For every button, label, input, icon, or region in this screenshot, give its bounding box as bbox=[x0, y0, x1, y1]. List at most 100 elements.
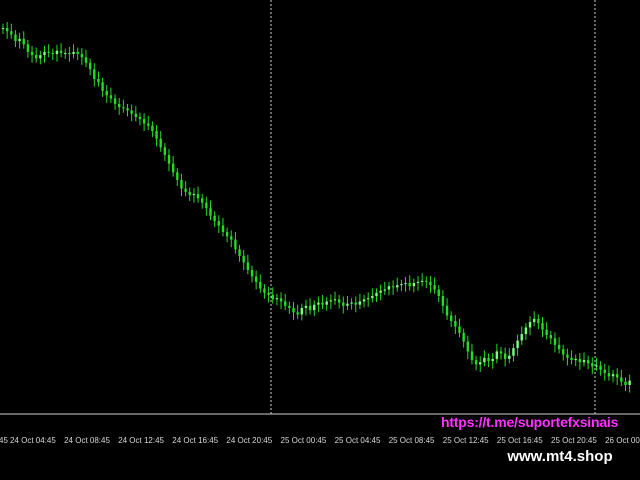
candle-body bbox=[109, 95, 113, 99]
candle-body bbox=[528, 322, 532, 328]
candle-body bbox=[205, 202, 208, 209]
candle-body bbox=[275, 298, 279, 300]
candle-body bbox=[22, 38, 25, 45]
candle-body bbox=[599, 365, 602, 370]
candle-body bbox=[570, 357, 573, 361]
candle-body bbox=[387, 286, 391, 290]
candle-body bbox=[209, 208, 212, 216]
candle-body bbox=[225, 232, 229, 237]
candle-body bbox=[362, 299, 366, 302]
candle-body bbox=[217, 221, 220, 226]
candle-body bbox=[64, 52, 67, 54]
candle-body bbox=[254, 276, 258, 282]
candle-body bbox=[30, 51, 34, 56]
candle-body bbox=[59, 50, 63, 53]
candle-body bbox=[14, 34, 17, 42]
chart-background bbox=[0, 0, 640, 480]
candle-body bbox=[188, 191, 191, 196]
candle-body bbox=[412, 283, 416, 287]
candle-body bbox=[304, 305, 308, 308]
candle-body bbox=[591, 363, 594, 367]
candle-body bbox=[176, 172, 179, 180]
candle-body bbox=[557, 344, 561, 350]
candle-body bbox=[271, 294, 274, 300]
candle-body bbox=[441, 296, 445, 306]
candle-body bbox=[163, 147, 167, 155]
chart-canvas[interactable]: 45 24 Oct 04:45 24 Oct 08:45 24 Oct 12:45 2… bbox=[0, 0, 640, 480]
candle-body bbox=[367, 298, 370, 300]
candle-body bbox=[429, 281, 432, 286]
candle-body bbox=[221, 225, 225, 232]
candle-body bbox=[537, 318, 540, 324]
candle-body bbox=[350, 302, 353, 304]
candle-body bbox=[512, 348, 515, 356]
candle-body bbox=[213, 215, 216, 222]
candle-body bbox=[416, 281, 420, 283]
candle-body bbox=[516, 340, 519, 349]
candle-body bbox=[354, 302, 357, 305]
x-tick-label: 24 Oct 16:45 bbox=[172, 436, 218, 445]
candle-body bbox=[68, 52, 71, 55]
telegram-watermark-link[interactable]: https://t.me/suportefxsinais bbox=[441, 414, 618, 430]
candle-body bbox=[134, 113, 137, 117]
candle-body bbox=[196, 194, 200, 199]
candle-body bbox=[246, 262, 250, 270]
candle-body bbox=[333, 299, 337, 301]
candle-body bbox=[234, 239, 237, 250]
x-tick-label: 24 Oct 20:45 bbox=[226, 436, 272, 445]
candle-body bbox=[566, 354, 569, 358]
candle-body bbox=[624, 381, 627, 385]
candle-body bbox=[238, 249, 241, 256]
candle-body bbox=[545, 329, 548, 336]
candle-body bbox=[184, 188, 187, 192]
candle-body bbox=[611, 374, 615, 377]
x-tick-label: 24 Oct 04:45 bbox=[10, 436, 56, 445]
candle-body bbox=[147, 123, 150, 126]
candle-body bbox=[250, 269, 254, 277]
candle-body bbox=[616, 374, 619, 378]
candle-body bbox=[578, 358, 582, 363]
candle-body bbox=[284, 301, 287, 306]
candle-body bbox=[483, 357, 486, 363]
candle-body bbox=[628, 380, 631, 385]
candle-body bbox=[263, 288, 266, 293]
candle-body bbox=[337, 299, 341, 303]
x-tick-label-partial: 45 bbox=[0, 436, 8, 445]
candle-body bbox=[524, 327, 528, 334]
candle-body bbox=[470, 351, 474, 361]
candle-body bbox=[474, 360, 478, 365]
candle-body bbox=[458, 326, 461, 333]
x-tick-label: 25 Oct 00:45 bbox=[281, 436, 327, 445]
candle-body bbox=[101, 82, 104, 91]
brand-text: www.mt4.shop bbox=[507, 448, 613, 465]
candle-body bbox=[296, 312, 299, 315]
candle-body bbox=[308, 305, 312, 311]
candle-body bbox=[391, 286, 395, 288]
candle-body bbox=[325, 301, 328, 305]
candle-body bbox=[499, 351, 503, 354]
x-tick-label: 25 Oct 12:45 bbox=[443, 436, 489, 445]
candle-body bbox=[39, 55, 42, 59]
candle-body bbox=[533, 318, 536, 323]
candle-body bbox=[88, 62, 92, 70]
candle-body bbox=[408, 283, 411, 287]
candle-body bbox=[180, 179, 183, 189]
candle-body bbox=[454, 320, 457, 327]
candle-body bbox=[93, 69, 96, 79]
candle-body bbox=[130, 110, 133, 114]
candle-body bbox=[279, 298, 283, 302]
candle-body bbox=[503, 353, 507, 359]
candle-body bbox=[171, 163, 175, 173]
price-chart[interactable]: 45 24 Oct 04:45 24 Oct 08:45 24 Oct 12:45 2… bbox=[0, 0, 640, 480]
x-tick-label: 25 Oct 08:45 bbox=[389, 436, 435, 445]
candle-body bbox=[549, 335, 552, 339]
candle-body bbox=[321, 302, 324, 305]
candle-body bbox=[346, 303, 349, 306]
candle-body bbox=[541, 323, 544, 330]
candle-body bbox=[383, 289, 386, 291]
candle-body bbox=[126, 108, 129, 111]
candle-body bbox=[620, 377, 623, 382]
candle-body bbox=[445, 305, 449, 316]
candle-body bbox=[400, 284, 403, 286]
candle-body bbox=[76, 51, 79, 55]
